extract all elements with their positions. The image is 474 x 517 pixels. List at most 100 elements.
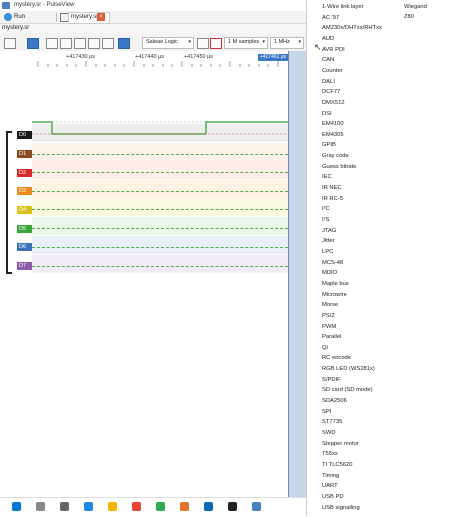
search-icon[interactable] — [36, 502, 45, 511]
decoder-item[interactable]: SD card (SD mode) — [322, 387, 373, 393]
trace-band — [32, 236, 288, 254]
decoder-item-z80[interactable]: Z80 — [404, 14, 414, 20]
decoder-item[interactable]: RC encode — [322, 355, 351, 361]
decoder-item[interactable]: TI TLC5620 — [322, 462, 353, 468]
decoder-item[interactable]: Guess bitrate — [322, 164, 356, 170]
decoder-item[interactable]: DCF77 — [322, 89, 340, 95]
decoder-item[interactable]: AUD — [322, 36, 334, 42]
ruler-label: +417450 µs — [184, 54, 214, 60]
window-title: mystery.sr - PulseView — [14, 2, 75, 8]
decoder-item[interactable]: DMX512 — [322, 100, 345, 106]
zoom-fit-icon[interactable] — [88, 38, 100, 49]
decoder-item-wiegand[interactable]: Wiegand — [404, 4, 427, 10]
decoder-item[interactable]: CAN — [322, 57, 334, 63]
channel-label-d5[interactable]: D5 — [17, 225, 32, 233]
channel-label-d4[interactable]: D4 — [17, 206, 32, 214]
decoder-item[interactable]: GPIB — [322, 142, 336, 148]
decoder-item[interactable]: Morse — [322, 302, 338, 308]
decoder-item[interactable]: Counter — [322, 68, 343, 74]
run-button[interactable]: Run — [14, 14, 25, 20]
main-toolbar — [0, 11, 308, 24]
channel-label-d0[interactable]: D0 — [17, 131, 32, 139]
decoder-item[interactable]: LPC — [322, 249, 333, 255]
decoder-item[interactable]: S/PDIF — [322, 377, 341, 383]
export-icon[interactable] — [46, 38, 58, 49]
decoder-item[interactable]: MCS-48 — [322, 260, 343, 266]
cursor-region[interactable] — [288, 51, 307, 497]
pulseview-taskbar-icon[interactable] — [252, 502, 261, 511]
samplerate-select[interactable]: 1 MHz ▾ — [270, 37, 304, 49]
decoder-item[interactable]: Stepper motor — [322, 441, 359, 447]
explorer-icon[interactable] — [108, 502, 117, 511]
app-icon[interactable] — [228, 502, 237, 511]
decoder-item[interactable]: Maple bus — [322, 281, 349, 287]
decoder-item[interactable]: Microwire — [322, 292, 347, 298]
decoder-item[interactable]: RGB LED (WS281x) — [322, 366, 375, 372]
app-icon[interactable] — [204, 502, 213, 511]
zoom-in-icon[interactable] — [60, 38, 72, 49]
store-icon[interactable] — [156, 502, 165, 511]
zoom-out-icon[interactable] — [74, 38, 86, 49]
cursor-icon[interactable] — [118, 38, 130, 49]
decoder-item[interactable]: T55xx — [322, 451, 338, 457]
channel-label-d1[interactable]: D1 — [17, 150, 32, 158]
device-select[interactable]: Saleae Logic ▾ — [142, 37, 194, 49]
decoder-item[interactable]: IR NEC — [322, 185, 342, 191]
tab-label[interactable]: mystery.sr — [71, 14, 98, 20]
d2-signal — [32, 172, 288, 173]
decoder-item[interactable]: PS/2 — [322, 313, 335, 319]
edge-icon[interactable] — [84, 502, 93, 511]
task-view-icon[interactable] — [60, 502, 69, 511]
decoder-item[interactable]: USB signalling — [322, 505, 360, 511]
decoder-item[interactable]: 1-Wire link layer — [322, 4, 364, 10]
decoder-item[interactable]: Jitter — [322, 238, 335, 244]
decoder-item[interactable]: I²S — [322, 217, 329, 223]
decoder-item[interactable]: Timing — [322, 473, 339, 479]
decoder-item[interactable]: AM230x/DHTxx/RHTxx — [322, 25, 382, 31]
decoder-item[interactable]: IEC — [322, 174, 332, 180]
decoder-item[interactable]: USB PD — [322, 494, 344, 500]
decoder-item[interactable]: Qi — [322, 345, 328, 351]
channel-label-d3[interactable]: D3 — [17, 187, 32, 195]
d1-signal — [32, 154, 288, 155]
decoder-item[interactable]: AC '97 — [322, 15, 339, 21]
decoder-item[interactable]: PWM — [322, 324, 336, 330]
decoder-menu — [306, 0, 474, 516]
decoder-item[interactable]: ST7735 — [322, 419, 342, 425]
save-icon[interactable] — [27, 38, 39, 49]
channel-label-d7[interactable]: D7 — [17, 262, 32, 270]
decoder-item[interactable]: DALI — [322, 79, 335, 85]
d6-signal — [32, 247, 288, 248]
channel-label-d2[interactable]: D2 — [17, 169, 32, 177]
configure-icon[interactable] — [197, 38, 209, 49]
decoder-item[interactable]: SPI — [322, 409, 331, 415]
decoder-item[interactable]: Parallel — [322, 334, 341, 340]
decoder-item[interactable]: IR RC-5 — [322, 196, 343, 202]
probe-icon[interactable] — [210, 38, 222, 49]
open-icon[interactable] — [4, 38, 16, 49]
d4-signal — [32, 209, 288, 210]
decoder-item[interactable]: SDA2506 — [322, 398, 347, 404]
decoder-item[interactable]: I²C — [322, 206, 330, 212]
app-icon[interactable] — [180, 502, 189, 511]
decoder-item[interactable]: EM4100 — [322, 121, 344, 127]
decoder-item[interactable]: SWD — [322, 430, 336, 436]
decoder-item[interactable]: EM4305 — [322, 132, 344, 138]
zoom-one-to-one-icon[interactable] — [102, 38, 114, 49]
trace-band — [32, 255, 288, 273]
tab-close-icon[interactable]: × — [97, 13, 105, 21]
decoder-item[interactable]: MDIO — [322, 270, 337, 276]
decoder-item[interactable]: Gray code — [322, 153, 349, 159]
channel-label-d6[interactable]: D6 — [17, 243, 32, 251]
chrome-icon[interactable] — [132, 502, 141, 511]
run-icon[interactable] — [4, 13, 12, 21]
samples-select[interactable]: 1 M samples ▾ — [224, 37, 268, 49]
d5-signal — [32, 228, 288, 229]
decoder-item[interactable]: DSI — [322, 111, 332, 117]
cursor-time-label[interactable]: +417461 µs — [258, 54, 288, 61]
decoder-item[interactable]: JTAG — [322, 228, 336, 234]
decoder-item[interactable]: AVR PDI — [322, 47, 345, 53]
start-icon[interactable] — [12, 502, 21, 511]
decoder-item[interactable]: UART — [322, 483, 338, 489]
pulseview-app-icon — [2, 2, 10, 9]
